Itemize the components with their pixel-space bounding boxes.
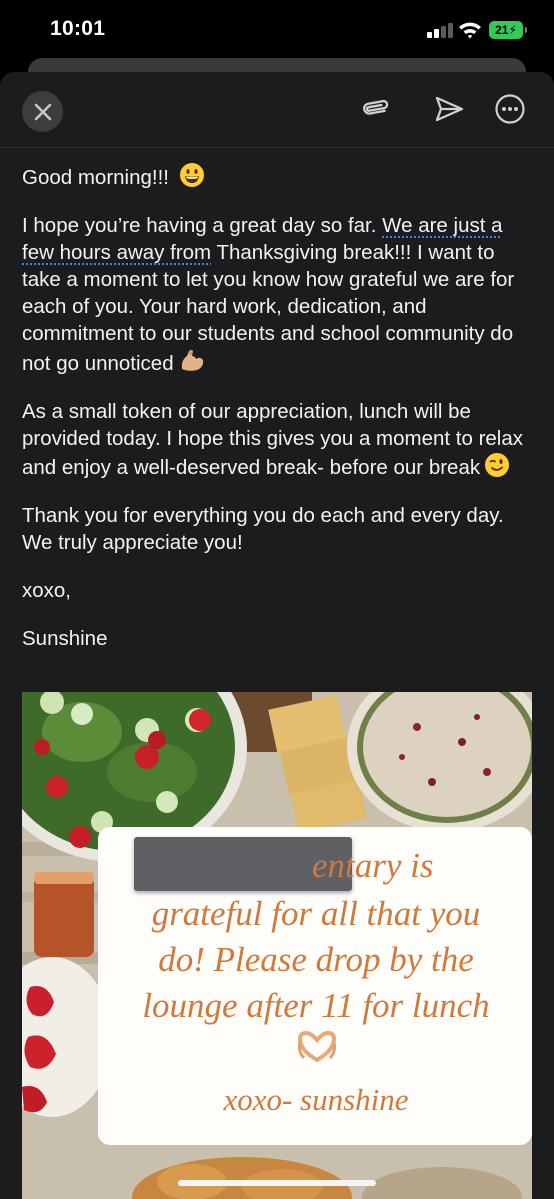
flyer-line-4: lounge after 11 for lunch: [142, 986, 490, 1025]
flyer-image[interactable]: entary is grateful for all that you do! …: [22, 692, 532, 1199]
signature-text: Sunshine: [22, 627, 108, 650]
paragraph-1: I hope you’re having a great day so far.…: [22, 212, 538, 377]
wifi-icon: [459, 22, 481, 39]
greeting-text: Good morning!!!: [22, 166, 169, 189]
flyer-line-3: do! Please drop by the: [158, 940, 474, 979]
paragraph-2: As a small token of our appreciation, lu…: [22, 398, 538, 481]
paragraph-2-text: As a small token of our appreciation, lu…: [22, 400, 524, 479]
flyer-line-1: entary is: [312, 846, 434, 885]
winking-face-emoji-icon: [485, 453, 510, 477]
signoff-text: xoxo,: [22, 579, 71, 602]
more-icon: [495, 94, 525, 124]
more-button[interactable]: [493, 92, 527, 126]
email-body[interactable]: Good morning!!! I hope you’re having a g…: [22, 162, 538, 673]
compose-sheet: Good morning!!! I hope you’re having a g…: [0, 72, 554, 1199]
paperclip-icon: [363, 99, 389, 115]
attach-button[interactable]: [358, 92, 392, 126]
battery-indicator: 21⚡: [489, 21, 527, 39]
status-bar: 10:01 21⚡: [0, 0, 554, 62]
send-button[interactable]: [432, 92, 466, 126]
flexed-biceps-emoji-icon: [181, 350, 203, 371]
home-indicator[interactable]: [178, 1180, 376, 1186]
close-button[interactable]: [22, 91, 63, 132]
paragraph-3: Thank you for everything you do each and…: [22, 504, 504, 554]
paragraph-1-part-a: I hope you’re having a great day so far.: [22, 214, 383, 237]
flyer-signature: xoxo- sunshine: [223, 1082, 409, 1117]
flyer-line-2: grateful for all that you: [151, 894, 481, 933]
close-icon: [34, 103, 51, 120]
grinning-face-emoji-icon: [179, 163, 204, 187]
heart-hands-emoji-icon: [297, 1030, 337, 1062]
greeting-paragraph: Good morning!!!: [22, 162, 538, 191]
signal-icon: [427, 22, 453, 38]
status-time: 10:01: [50, 17, 106, 40]
send-icon: [435, 96, 464, 122]
compose-toolbar: [0, 72, 554, 148]
